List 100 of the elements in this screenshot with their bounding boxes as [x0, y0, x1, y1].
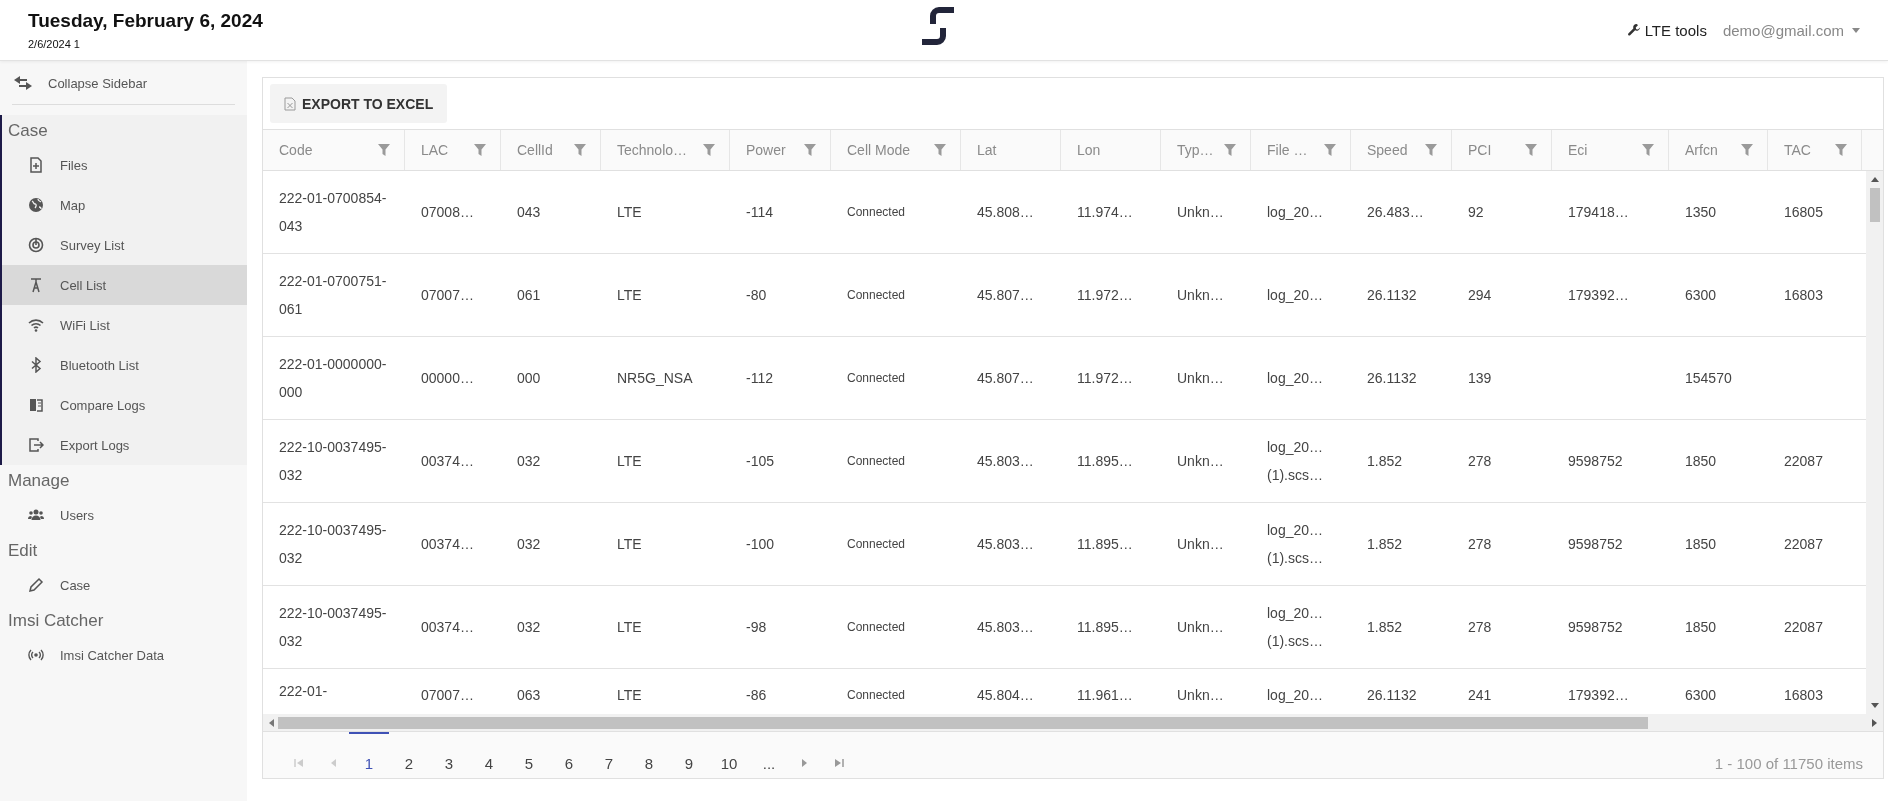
sidebar-item[interactable]: Export Logs — [2, 425, 247, 465]
table-cell-text: log_20… — [1267, 686, 1324, 705]
filter-icon[interactable] — [1642, 144, 1654, 156]
table-cell-text: Connected — [847, 619, 906, 636]
next-page-icon[interactable] — [802, 758, 808, 768]
table-cell-text: 11.895… — [1077, 535, 1133, 554]
table-cell-text: 1850 — [1685, 452, 1717, 471]
table-cell-text: 92 — [1468, 203, 1484, 222]
table-cell-text: Unkn… — [1177, 618, 1224, 637]
filter-icon[interactable] — [804, 144, 816, 156]
sidebar-item[interactable]: WiFi List — [2, 305, 247, 345]
sidebar-item[interactable]: Files — [2, 145, 247, 185]
filter-icon[interactable] — [1425, 144, 1437, 156]
column-header[interactable]: Cell Mode — [847, 142, 930, 158]
table-cell-text: LTE — [617, 452, 642, 471]
collapse-sidebar-button[interactable]: Collapse Sidebar — [0, 69, 247, 101]
filter-icon[interactable] — [1741, 144, 1753, 156]
last-page-icon[interactable] — [834, 758, 844, 768]
table-cell-text: 11.972… — [1077, 286, 1133, 305]
table-cell-text: 45.803… — [977, 535, 1034, 554]
horizontal-scrollbar[interactable] — [263, 714, 1883, 731]
column-header[interactable]: Lon — [1077, 142, 1146, 158]
page-number[interactable]: 3 — [429, 732, 469, 778]
table-cell-text: 00374… — [421, 618, 474, 637]
filter-icon[interactable] — [1324, 144, 1336, 156]
table-cell-text: 222-10-0037495-032 — [279, 604, 388, 651]
table-cell-text: log_20… (1).scs… — [1267, 438, 1325, 485]
sidebar-item[interactable]: Users — [2, 495, 247, 535]
table-cell-text: 26.1132 — [1367, 286, 1417, 305]
page-number[interactable]: 4 — [469, 732, 509, 778]
filter-icon[interactable] — [474, 144, 486, 156]
lte-tools-link[interactable]: LTE tools — [1626, 21, 1707, 39]
scroll-down-icon[interactable] — [1870, 703, 1879, 708]
table-cell-text: 07007… — [421, 686, 474, 705]
scroll-right-icon[interactable] — [1872, 718, 1877, 727]
broadcast-icon — [28, 647, 44, 663]
export-icon — [28, 437, 44, 453]
table-cell-text: 222-01-0000000-000 — [279, 355, 388, 402]
export-to-excel-button[interactable]: EXPORT TO EXCEL — [270, 84, 448, 123]
page-number[interactable]: 5 — [509, 732, 549, 778]
table-cell-text: Unkn… — [1177, 686, 1224, 705]
vertical-scrollbar[interactable] — [1866, 171, 1883, 714]
table-cell-text: Connected — [847, 370, 906, 387]
filter-icon[interactable] — [934, 144, 946, 156]
filter-icon[interactable] — [574, 144, 586, 156]
page-number[interactable]: 9 — [669, 732, 709, 778]
page-number[interactable]: 1 — [349, 732, 389, 778]
filter-icon[interactable] — [1835, 144, 1847, 156]
table-cell-text: -114 — [746, 203, 773, 222]
sidebar-section-title: Case — [7, 120, 49, 142]
table-cell-text: 6300 — [1685, 286, 1717, 305]
sidebar-section-title: Imsi Catcher — [7, 610, 105, 632]
table-cell-text: 45.803… — [977, 618, 1034, 637]
table-cell-text: Unkn… — [1177, 203, 1224, 222]
table-cell-text: 1.852 — [1367, 535, 1403, 554]
sidebar-item[interactable]: Map — [2, 185, 247, 225]
sidebar-item[interactable]: Survey List — [2, 225, 247, 265]
sidebar-item[interactable]: Imsi Catcher Data — [2, 635, 247, 675]
table-cell-text: Connected — [847, 287, 906, 304]
filter-icon[interactable] — [703, 144, 715, 156]
table-cell-text: 45.804… — [977, 686, 1034, 705]
previous-page-icon[interactable] — [330, 758, 336, 768]
scroll-up-icon[interactable] — [1870, 177, 1879, 182]
sidebar-item[interactable]: Compare Logs — [2, 385, 247, 425]
table-cell-text: Unkn… — [1177, 369, 1224, 388]
table-cell-text: Connected — [847, 204, 906, 221]
table-cell-text: log_20… — [1267, 203, 1324, 222]
table-cell-text: 00374… — [421, 452, 474, 471]
pager-info: 1 - 100 of 11750 items — [1714, 754, 1863, 772]
scroll-left-icon[interactable] — [269, 718, 274, 727]
table-cell-text: LTE — [617, 618, 642, 637]
table-cell-text: 278 — [1468, 618, 1492, 637]
page-number[interactable]: 2 — [389, 732, 429, 778]
page-number[interactable]: 8 — [629, 732, 669, 778]
table-cell-text: 222-10-0037495-032 — [279, 438, 388, 485]
scroll-thumb[interactable] — [1869, 188, 1880, 222]
filter-icon[interactable] — [1224, 144, 1236, 156]
sidebar-item[interactable]: Bluetooth List — [2, 345, 247, 385]
page-number[interactable]: 6 — [549, 732, 589, 778]
sidebar-item[interactable]: Case — [2, 565, 247, 605]
more-pages-link[interactable]: ... — [749, 732, 789, 778]
table-cell-text: LTE — [617, 286, 642, 305]
table-cell-text: 061 — [517, 286, 541, 305]
filter-icon[interactable] — [378, 144, 390, 156]
user-menu[interactable]: demo@gmail.com — [1722, 21, 1860, 39]
radar-icon — [28, 237, 44, 253]
table-cell-text: 139 — [1468, 369, 1492, 388]
page-number[interactable]: 10 — [709, 732, 749, 778]
page-number[interactable]: 7 — [589, 732, 629, 778]
table-cell-text: 1.852 — [1367, 618, 1403, 637]
first-page-icon[interactable] — [294, 758, 304, 768]
scroll-thumb[interactable] — [278, 716, 1648, 729]
table-cell-text: 16803 — [1784, 286, 1823, 305]
table-cell-text: 294 — [1468, 286, 1492, 305]
table-cell-text: 00000… — [421, 369, 474, 388]
sidebar-item[interactable]: Cell List — [2, 265, 247, 305]
table-cell-text: Connected — [847, 453, 906, 470]
filter-icon[interactable] — [1525, 144, 1537, 156]
table-cell-text: 22087 — [1784, 618, 1823, 637]
swap-arrows-icon — [14, 76, 32, 90]
